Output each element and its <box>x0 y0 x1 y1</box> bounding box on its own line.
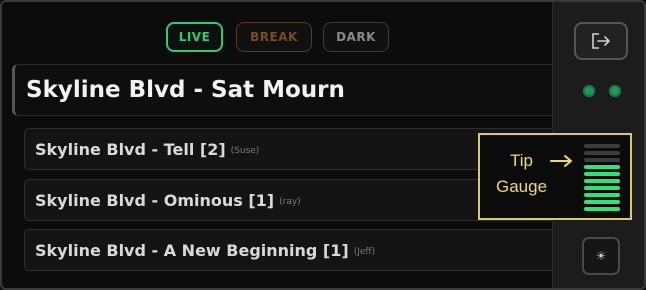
arrow-right-icon <box>550 153 574 172</box>
tip-gauge-bar <box>584 165 620 169</box>
tip-gauge-bar <box>584 200 620 204</box>
brightness-button[interactable]: ☀ <box>582 237 620 275</box>
exit-button[interactable] <box>574 22 628 60</box>
tip-gauge-bar <box>584 158 620 162</box>
list-item-name: Skyline Blvd - Ominous [1] <box>35 190 275 210</box>
tip-gauge-label: Gauge <box>496 177 548 196</box>
list-item-name: Skyline Blvd - Tell [2] <box>35 139 226 159</box>
tip-gauge-label: Tip <box>510 151 533 170</box>
app-window: LIVE BREAK DARK Skyline Blvd - Sat Mourn… <box>0 0 646 290</box>
status-dark-button[interactable]: DARK <box>323 22 389 52</box>
list-item-author: (Jeff) <box>353 247 376 257</box>
tip-gauge: Tip Gauge <box>478 133 632 220</box>
tip-gauge-bar <box>584 144 620 148</box>
tip-gauge-bar <box>584 151 620 155</box>
tip-gauge-bar <box>584 179 620 183</box>
tip-gauge-bar <box>584 186 620 190</box>
list-item-name: Skyline Blvd - A New Beginning [1] <box>35 240 349 260</box>
tip-gauge-bars <box>584 144 620 214</box>
current-cue-title: Skyline Blvd - Sat Mourn <box>12 64 572 116</box>
sun-icon: ☀ <box>595 249 607 263</box>
tip-gauge-bar <box>584 172 620 176</box>
list-item-author: (ray) <box>279 197 301 207</box>
exit-icon <box>592 33 610 49</box>
list-item[interactable]: Skyline Blvd - A New Beginning [1] (Jeff… <box>24 229 572 271</box>
tip-gauge-bar <box>584 207 620 211</box>
tip-gauge-bar <box>584 193 620 197</box>
list-item-author: (Suse) <box>230 146 260 156</box>
status-break-button[interactable]: BREAK <box>236 22 312 52</box>
status-indicator-dot <box>609 85 621 97</box>
status-live-button[interactable]: LIVE <box>166 22 223 52</box>
status-indicator-dot <box>583 85 595 97</box>
